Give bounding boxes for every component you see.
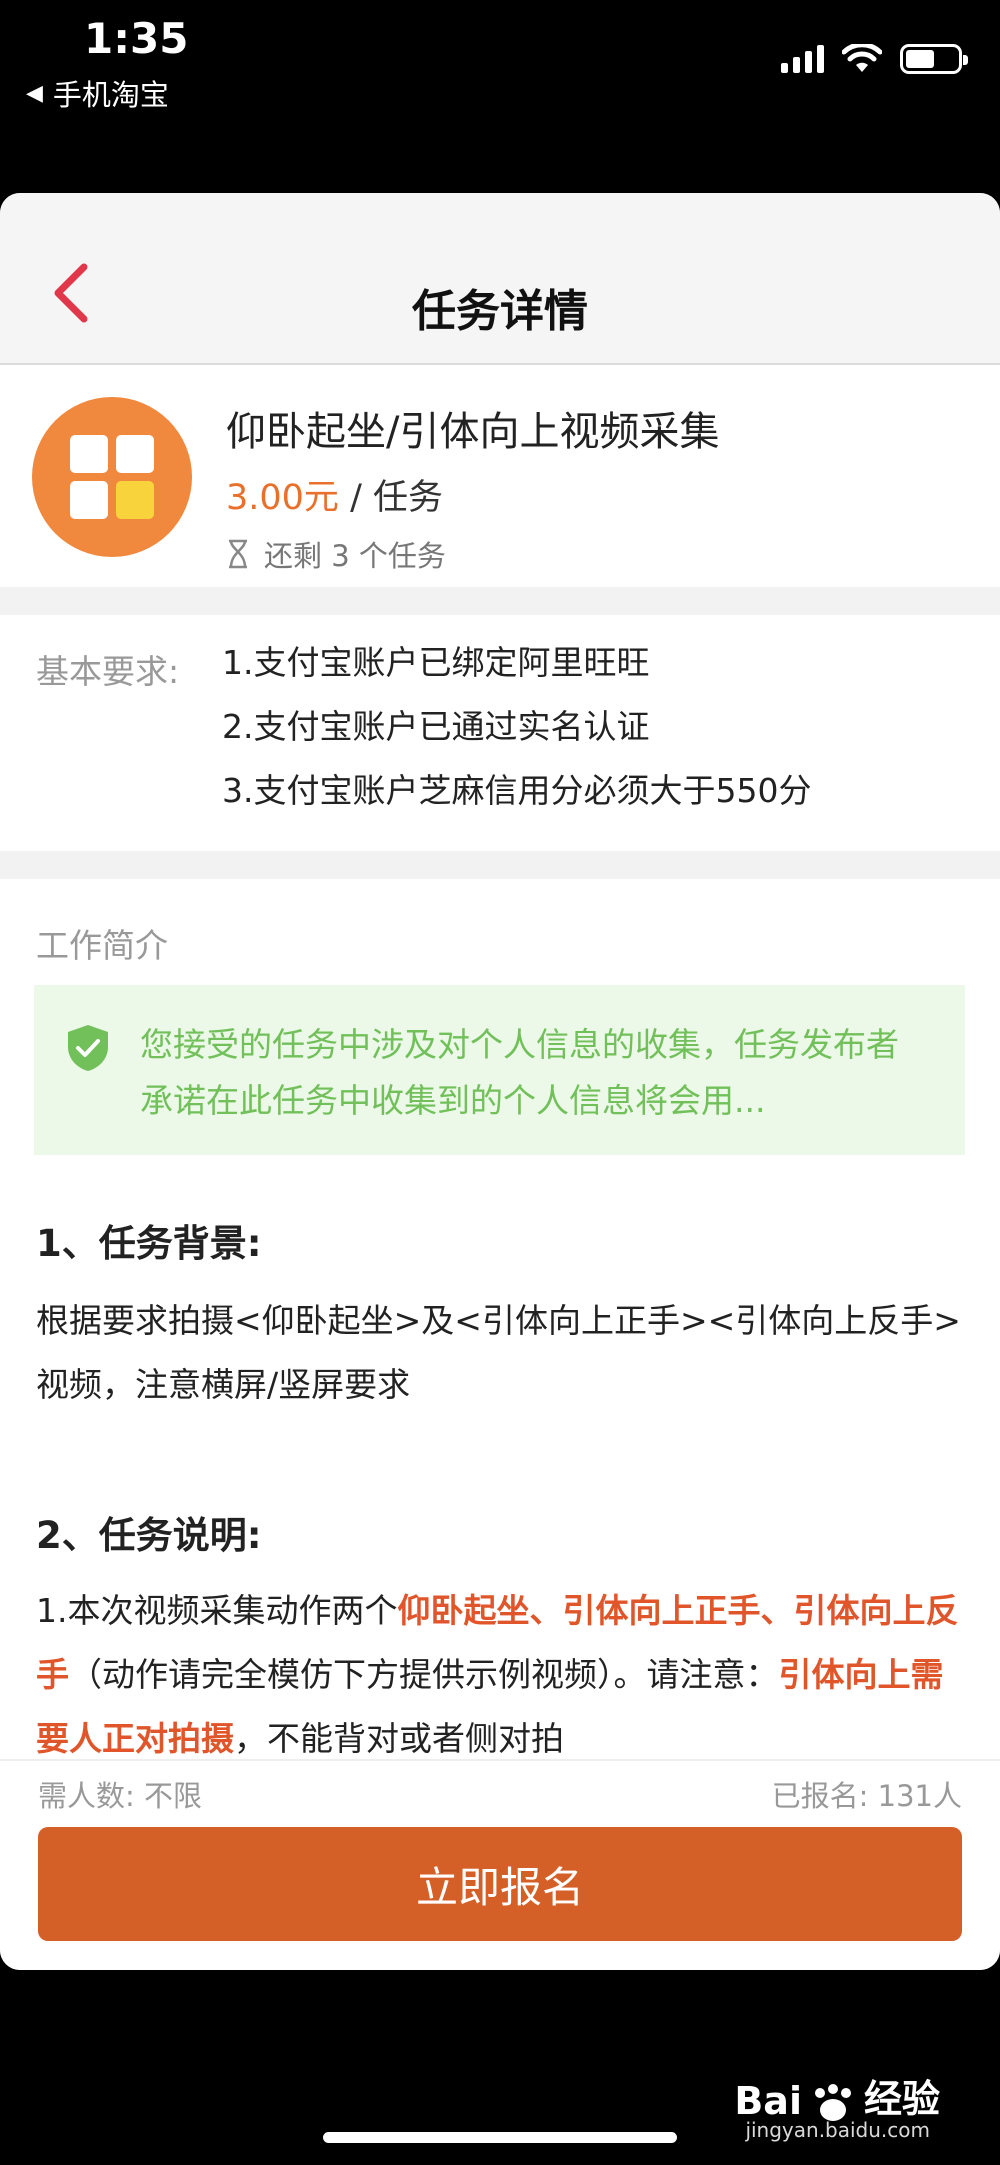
watermark-brand-2: 经验 <box>863 2077 940 2121</box>
desc-part-3: ，不能背对或者侧对拍 <box>234 1719 564 1758</box>
wifi-icon <box>842 44 882 72</box>
task-header: 仰卧起坐/引体向上视频采集 3.00元 / 任务 还剩 3 个任务 <box>0 365 1000 587</box>
status-time: 1:35 <box>84 14 189 63</box>
cellular-signal-icon <box>781 45 824 73</box>
hourglass-icon <box>229 539 247 569</box>
work-intro: 工作简介 您接受的任务中涉及对个人信息的收集，任务发布者承诺在此任务中收集到的个… <box>0 879 1000 1759</box>
watermark-brand: Bai <box>734 2079 802 2123</box>
price-amount: 3.00元 <box>226 478 339 518</box>
watermark-site: jingyan.baidu.com <box>745 2118 930 2142</box>
section-text-background: 根据要求拍摄<仰卧起坐>及<引体向上正手><引体向上反手>视频，注意横屏/竖屏要… <box>36 1301 961 1404</box>
requirement-item: 3.支付宝账户芝麻信用分必须大于550分 <box>222 771 812 810</box>
basic-requirements: 基本要求: 1.支付宝账户已绑定阿里旺旺 2.支付宝账户已通过实名认证 3.支付… <box>0 615 1000 851</box>
privacy-notice[interactable]: 您接受的任务中涉及对个人信息的收集，任务发布者承诺在此任务中收集到的个人信息将会… <box>34 985 965 1155</box>
section-heading-description: 2、任务说明: <box>36 1514 262 1557</box>
back-triangle-icon: ◀ <box>26 80 43 106</box>
home-indicator[interactable] <box>323 2132 677 2143</box>
shield-check-icon <box>68 1025 108 1071</box>
status-icons <box>781 44 968 74</box>
section-text-description: 1.本次视频采集动作两个仰卧起坐、引体向上正手、引体向上反手（动作请完全模仿下方… <box>36 1579 966 1759</box>
desc-part-1: 1.本次视频采集动作两个 <box>36 1591 398 1630</box>
people-needed: 需人数: 不限 <box>38 1779 202 1813</box>
price-unit: / 任务 <box>338 478 443 518</box>
battery-icon <box>900 44 968 74</box>
status-bar: 1:35 ◀ 手机淘宝 <box>0 0 1000 193</box>
work-intro-title: 工作简介 <box>36 926 168 965</box>
baidu-paw-logo-icon <box>814 2084 851 2121</box>
task-price: 3.00元 / 任务 <box>226 469 443 520</box>
requirements-label: 基本要求: <box>36 652 180 691</box>
section-heading-background: 1、任务背景: <box>36 1222 262 1265</box>
remaining-text: 还剩 3 个任务 <box>264 539 446 573</box>
baidu-jingyan-watermark: Bai 经验 jingyan.baidu.com <box>734 2068 940 2142</box>
signup-footer: 需人数: 不限 已报名: 131人 立即报名 <box>0 1759 1000 1970</box>
requirement-item: 1.支付宝账户已绑定阿里旺旺 <box>222 643 650 682</box>
page-title: 任务详情 <box>412 286 588 337</box>
notice-text: 您接受的任务中涉及对个人信息的收集，任务发布者承诺在此任务中收集到的个人信息将会… <box>140 1025 899 1120</box>
people-signed: 已报名: 131人 <box>771 1779 962 1813</box>
app-screen: 任务详情 仰卧起坐/引体向上视频采集 3.00元 / 任务 还剩 3 个任务 基… <box>0 193 1000 1970</box>
signup-button[interactable]: 立即报名 <box>38 1827 962 1941</box>
back-app-label: 手机淘宝 <box>52 78 169 112</box>
desc-part-2: （动作请完全模仿下方提供示例视频）。请注意： <box>69 1655 779 1694</box>
task-app-icon <box>32 397 192 557</box>
requirement-item: 2.支付宝账户已通过实名认证 <box>222 707 650 746</box>
nav-bar: 任务详情 <box>0 193 1000 365</box>
task-title: 仰卧起坐/引体向上视频采集 <box>226 409 720 455</box>
task-remaining: 还剩 3 个任务 <box>226 533 446 575</box>
back-to-app-link[interactable]: ◀ 手机淘宝 <box>26 72 169 114</box>
requirements-list: 1.支付宝账户已绑定阿里旺旺 2.支付宝账户已通过实名认证 3.支付宝账户芝麻信… <box>222 643 811 835</box>
